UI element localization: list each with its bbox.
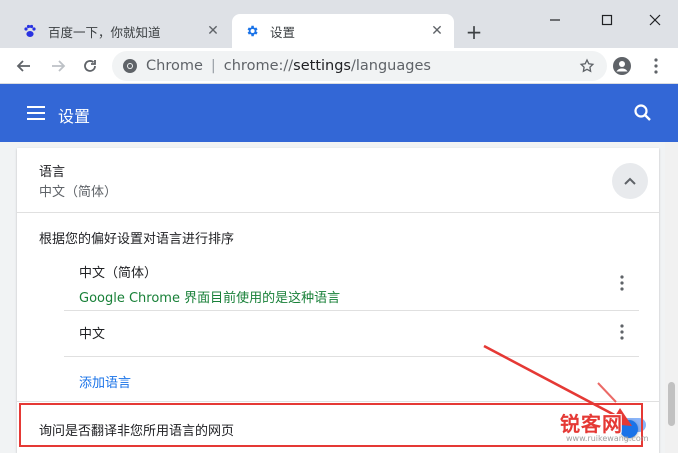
back-arrow-icon[interactable] — [12, 54, 36, 78]
url-host: settings — [293, 58, 351, 74]
tab-settings[interactable]: 设置 ✕ — [232, 14, 454, 48]
collapse-button[interactable] — [612, 163, 648, 199]
browser-menu-icon[interactable] — [646, 55, 666, 77]
forward-arrow-icon[interactable] — [46, 54, 70, 78]
add-language-link[interactable]: 添加语言 — [79, 372, 131, 391]
search-icon[interactable] — [632, 102, 654, 124]
settings-gear-icon — [244, 23, 260, 39]
tab-baidu[interactable]: 百度一下，你就知道 ✕ — [10, 14, 230, 48]
chrome-logo-icon — [123, 59, 137, 73]
language-section-label: 语言 — [39, 165, 66, 180]
ui-language-note: Google Chrome 界面目前使用的是这种语言 — [79, 291, 341, 306]
scrollbar[interactable] — [665, 142, 678, 453]
hamburger-menu-icon[interactable] — [26, 103, 46, 123]
close-window-icon[interactable] — [640, 8, 670, 32]
annotation-highlight-box — [19, 403, 643, 447]
maximize-icon[interactable] — [592, 8, 622, 32]
close-tab-icon[interactable]: ✕ — [204, 22, 222, 40]
divider — [17, 212, 659, 213]
language-item-name: 中文（简体） — [79, 266, 158, 281]
site-label: Chrome — [146, 58, 203, 74]
page-title: 设置 — [58, 107, 91, 126]
minimize-icon[interactable] — [540, 8, 570, 32]
language-more-icon[interactable] — [616, 322, 628, 342]
divider — [17, 401, 659, 402]
baidu-paw-icon — [22, 23, 38, 39]
settings-header: 设置 — [0, 84, 678, 142]
language-order-label: 根据您的偏好设置对语言进行排序 — [39, 232, 235, 247]
tab-title: 设置 — [270, 24, 296, 40]
reload-icon[interactable] — [78, 54, 102, 78]
watermark-url: www.ruikewang.com — [566, 434, 649, 443]
new-tab-button[interactable]: + — [462, 20, 486, 44]
scrollbar-thumb[interactable] — [668, 382, 675, 426]
close-tab-icon[interactable]: ✕ — [428, 22, 446, 40]
url-separator: | — [210, 58, 216, 74]
language-more-icon[interactable] — [616, 273, 628, 293]
bookmark-star-icon[interactable] — [577, 57, 597, 75]
address-bar[interactable]: Chrome | chrome://settings/languages — [112, 51, 607, 81]
divider — [64, 356, 639, 357]
tab-strip: 百度一下，你就知道 ✕ 设置 ✕ + — [0, 0, 678, 48]
tab-title: 百度一下，你就知道 — [48, 24, 161, 40]
divider — [64, 310, 639, 311]
watermark-brand: 锐客网 — [560, 412, 623, 436]
current-language: 中文（简体） — [39, 185, 118, 200]
browser-toolbar: Chrome | chrome://settings/languages — [0, 48, 678, 84]
language-item-name: 中文 — [79, 327, 106, 342]
url-scheme: chrome:// — [223, 58, 294, 74]
chevron-up-icon — [624, 177, 636, 185]
profile-avatar-icon[interactable] — [612, 56, 632, 76]
url-path: /languages — [350, 58, 431, 74]
